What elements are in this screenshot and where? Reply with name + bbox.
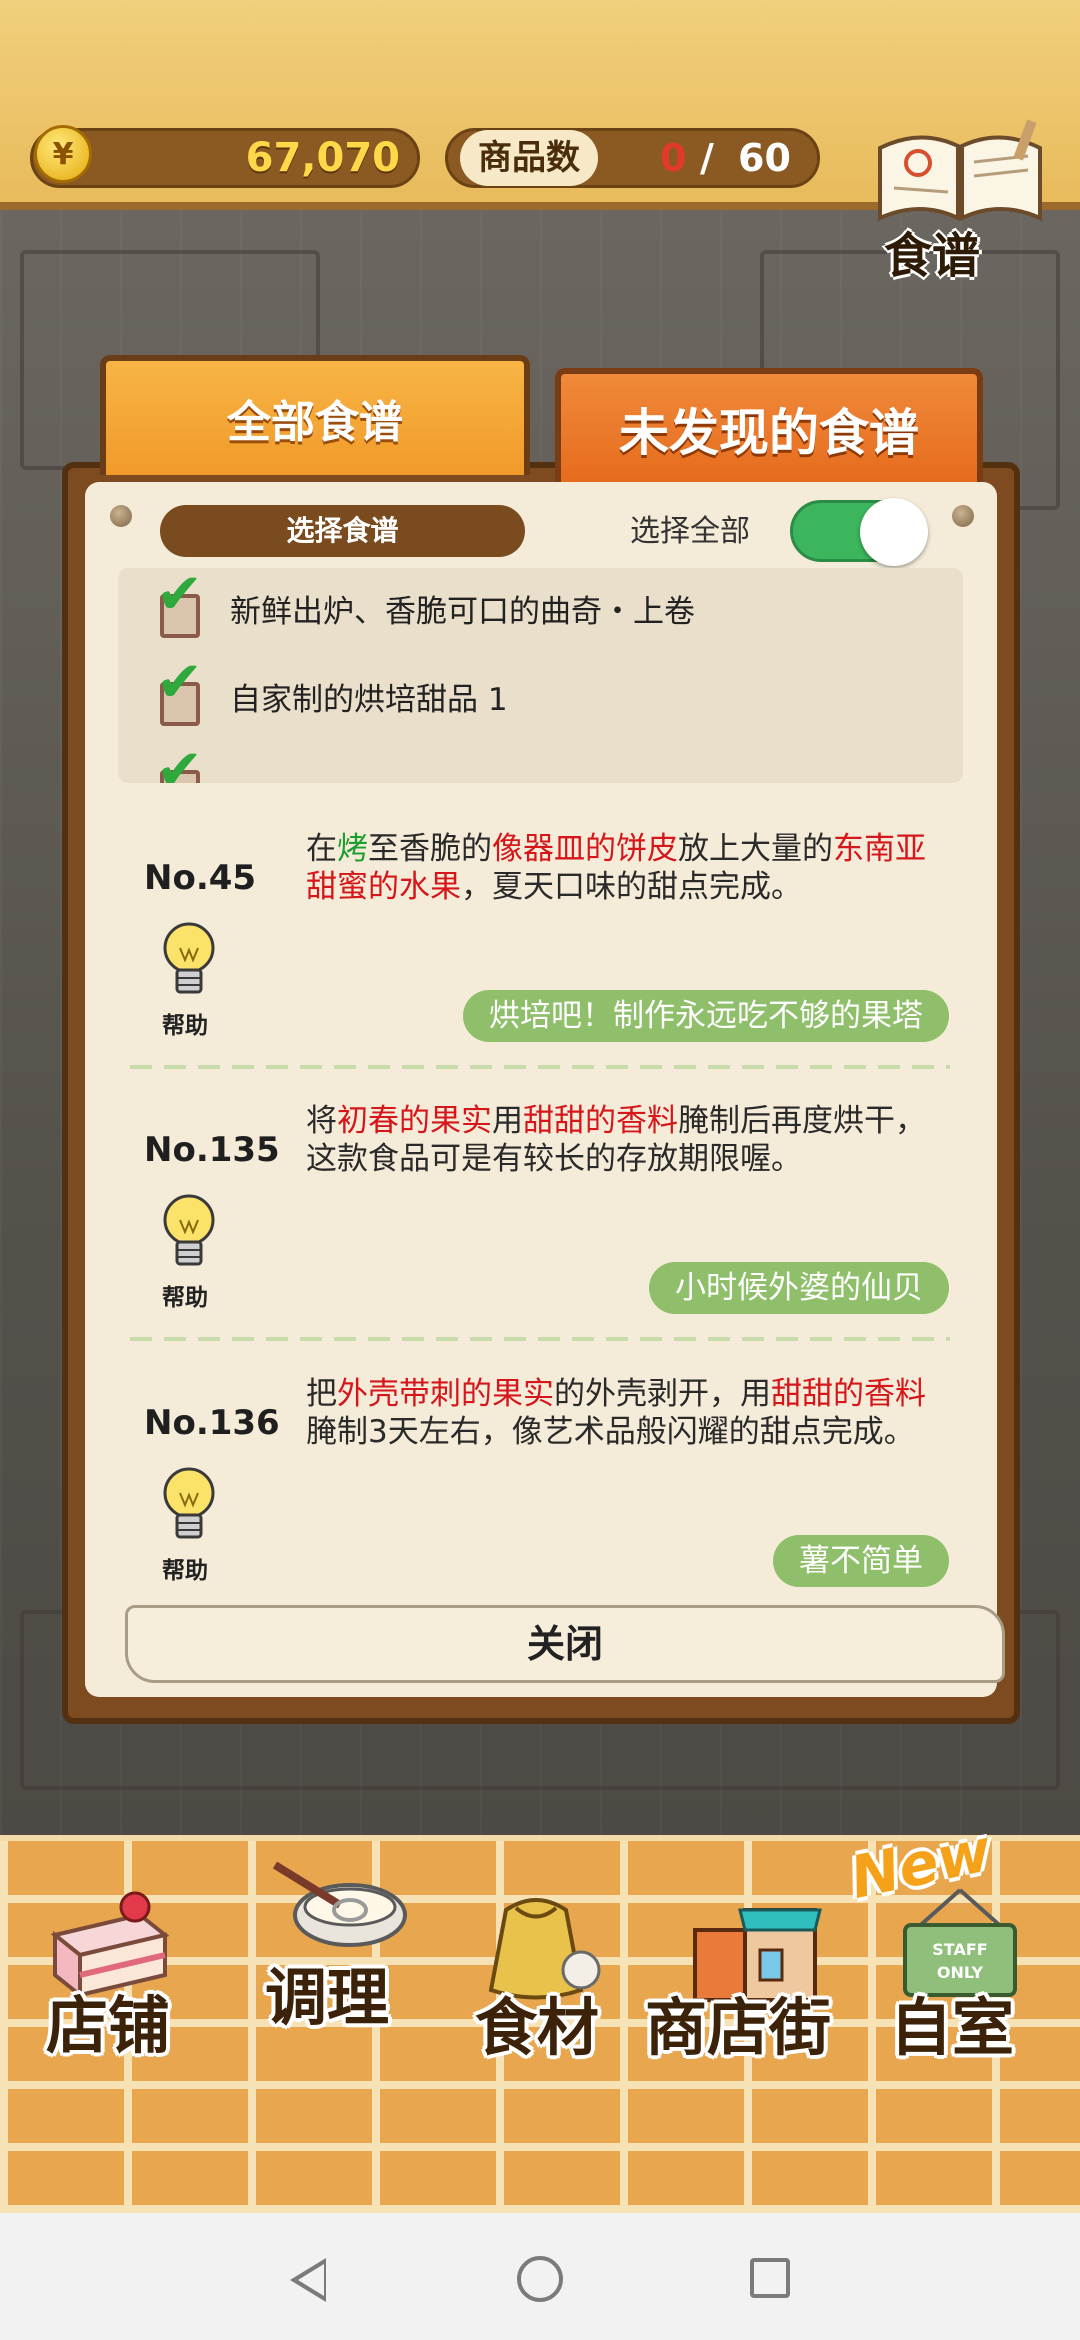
description-text: 腌制3天左右，像艺术品般闪耀的甜点完成。 xyxy=(306,1414,915,1450)
nav-ingredients-label: 食材 xyxy=(475,1991,600,2064)
filter-item[interactable]: ✔ 新鲜出炉、香脆可口的曲奇・上卷 xyxy=(118,568,963,656)
description-text: 在 xyxy=(306,831,337,867)
product-count-label: 商品数 xyxy=(460,130,598,186)
description-text: 把 xyxy=(306,1376,337,1412)
product-count-current: 0 xyxy=(660,136,687,180)
product-count-separator: / xyxy=(700,136,714,180)
highlighted-term: 烤 xyxy=(337,831,368,867)
open-book-icon xyxy=(878,119,1042,222)
filter-item[interactable]: ✔ xyxy=(118,738,963,783)
recipe-filter-list[interactable]: ✔ 新鲜出炉、香脆可口的曲奇・上卷 ✔ 自家制的烘培甜品 1 ✔ xyxy=(118,568,963,783)
back-icon-inner xyxy=(298,2264,324,2296)
lightbulb-icon[interactable] xyxy=(158,920,220,1002)
recipe-description: 在烤至香脆的像器皿的饼皮放上大量的东南亚甜蜜的水果，夏天口味的甜点完成。 xyxy=(306,830,956,906)
description-text: ，夏天口味的甜点完成。 xyxy=(461,869,802,905)
divider xyxy=(130,1337,950,1341)
select-all-toggle-knob[interactable] xyxy=(860,498,928,566)
recipe-name-pill[interactable]: 小时候外婆的仙贝 xyxy=(649,1262,949,1314)
highlighted-term: 甜甜的香料 xyxy=(771,1376,926,1412)
highlighted-term: 甜甜的香料 xyxy=(523,1103,678,1139)
description-text: 放上大量的 xyxy=(678,831,833,867)
yen-coin-icon: ¥ xyxy=(34,125,92,183)
recipe-entry: No.45 帮助 在烤至香脆的像器皿的饼皮放上大量的东南亚甜蜜的水果，夏天口味的… xyxy=(118,820,963,1090)
home-icon[interactable] xyxy=(517,2256,563,2302)
nav-street[interactable]: 商店街 xyxy=(645,1835,860,2075)
recipe-number: No.135 xyxy=(144,1130,280,1170)
recipe-name-pill[interactable]: 薯不简单 xyxy=(773,1535,949,1587)
lightbulb-icon[interactable] xyxy=(158,1192,220,1274)
filter-item-label: 新鲜出炉、香脆可口的曲奇・上卷 xyxy=(230,594,695,630)
hint-label: 帮助 xyxy=(162,1558,208,1584)
description-text: 用 xyxy=(492,1103,523,1139)
highlighted-term: 初春的果实 xyxy=(337,1103,492,1139)
description-text: 的外壳剥开，用 xyxy=(554,1376,771,1412)
divider xyxy=(130,1065,950,1069)
nav-street-label: 商店街 xyxy=(645,1991,832,2064)
product-count-total: 60 xyxy=(738,136,791,180)
filter-item-label: 自家制的烘培甜品 1 xyxy=(230,682,508,718)
recipe-book-label: 食谱 xyxy=(884,228,981,284)
nav-cooking[interactable]: 调理 xyxy=(260,1835,420,2075)
hint-label: 帮助 xyxy=(162,1285,208,1311)
recipe-entry: No.136 帮助 把外壳带刺的果实的外壳剥开，用甜甜的香料腌制3天左右，像艺术… xyxy=(118,1365,963,1635)
recipe-name-pill[interactable]: 烘培吧！制作永远吃不够的果塔 xyxy=(463,990,949,1042)
rivet xyxy=(952,505,974,527)
filter-item[interactable]: ✔ 自家制的烘培甜品 1 xyxy=(118,650,963,744)
rivet xyxy=(110,505,132,527)
description-text: 将 xyxy=(306,1103,337,1139)
recipe-entry: No.135 帮助 将初春的果实用甜甜的香料腌制后再度烘干，这款食品可是有较长的… xyxy=(118,1092,963,1362)
recipe-number: No.45 xyxy=(144,858,257,898)
checkmark-icon: ✔ xyxy=(156,738,203,783)
checkmark-icon: ✔ xyxy=(156,650,203,715)
highlighted-term: 外壳带刺的果实 xyxy=(337,1376,554,1412)
nav-ingredients[interactable]: 食材 xyxy=(470,1835,620,2075)
select-recipe-button[interactable]: 选择食谱 xyxy=(160,505,525,557)
coin-balance: 67,070 xyxy=(245,135,400,181)
checkmark-icon: ✔ xyxy=(156,568,203,627)
recipe-description: 将初春的果实用甜甜的香料腌制后再度烘干，这款食品可是有较长的存放期限喔。 xyxy=(306,1102,956,1178)
nav-shop-label: 店铺 xyxy=(46,1989,171,2062)
tab-undiscovered-recipes[interactable]: 未发现的食谱 xyxy=(555,368,983,483)
tab-all-recipes[interactable]: 全部食谱 xyxy=(100,355,530,475)
nav-room-label: 自室 xyxy=(890,1991,1015,2064)
recent-apps-icon[interactable] xyxy=(750,2258,790,2298)
select-all-label: 选择全部 xyxy=(630,514,750,549)
description-text: 至香脆的 xyxy=(368,831,492,867)
recipe-description: 把外壳带刺的果实的外壳剥开，用甜甜的香料腌制3天左右，像艺术品般闪耀的甜点完成。 xyxy=(306,1375,956,1451)
recipe-number: No.136 xyxy=(144,1403,280,1443)
highlighted-term: 像器皿的饼皮 xyxy=(492,831,678,867)
close-button[interactable]: 关闭 xyxy=(125,1605,1005,1683)
nav-shop[interactable]: 店铺 xyxy=(40,1835,200,2075)
hint-label: 帮助 xyxy=(162,1013,208,1039)
lightbulb-icon[interactable] xyxy=(158,1465,220,1547)
staff-sign-line-1: STAFF xyxy=(932,1940,987,1959)
nav-cooking-label: 调理 xyxy=(265,1961,390,2034)
